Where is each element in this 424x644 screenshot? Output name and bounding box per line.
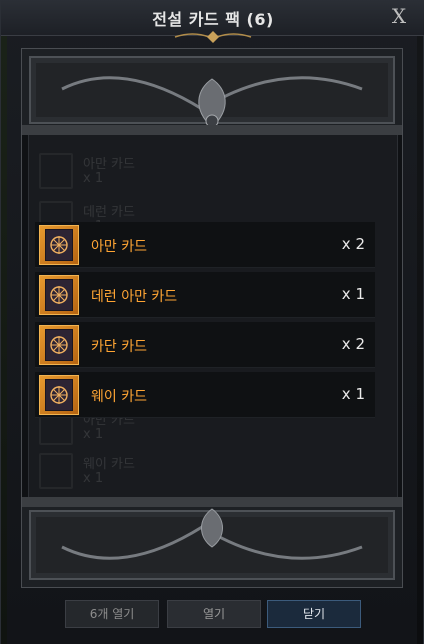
legendary-card-icon — [39, 275, 79, 315]
list-item[interactable]: 데런 아만 카드 x 1 — [35, 272, 375, 318]
legendary-card-icon — [39, 375, 79, 415]
item-count: x 1 — [341, 285, 365, 303]
ghost-list-item: 웨이 카드 x 1 — [35, 451, 395, 491]
item-name: 웨이 카드 — [91, 389, 147, 405]
frame-top-ornament-icon — [22, 49, 402, 135]
open-button[interactable]: 열기 — [167, 600, 261, 628]
titlebar: 전설 카드 팩 (6) X — [1, 0, 424, 43]
close-dialog-button[interactable]: 닫기 — [267, 600, 361, 628]
ghost-list-item: 아만 카드 x 1 — [35, 151, 395, 191]
list-item[interactable]: 카단 카드 x 2 — [35, 322, 375, 368]
open-all-button[interactable]: 6개 열기 — [65, 600, 159, 628]
item-name: 아만 카드 — [91, 239, 147, 255]
legendary-card-icon — [39, 325, 79, 365]
item-name: 데런 아만 카드 — [91, 289, 178, 305]
left-edge — [1, 36, 7, 644]
ghost-card-icon — [39, 453, 73, 489]
close-button[interactable]: X — [387, 4, 411, 28]
ghost-card-icon — [39, 153, 73, 189]
title-ornament-icon — [174, 31, 252, 43]
right-edge — [417, 36, 423, 644]
reward-list: 아만 카드 x 2 데런 아만 카드 x 1 카단 카드 x 2 웨이 카드 x… — [35, 222, 375, 422]
item-count: x 2 — [341, 235, 365, 253]
item-count: x 1 — [341, 385, 365, 403]
frame-bottom-ornament-icon — [22, 497, 402, 587]
item-count: x 2 — [341, 335, 365, 353]
legendary-card-icon — [39, 225, 79, 265]
list-item[interactable]: 웨이 카드 x 1 — [35, 372, 375, 418]
card-pack-window: 전설 카드 팩 (6) X 아만 카드 x 1 데런 카드 아만 카드 x 1 … — [0, 0, 424, 644]
list-item[interactable]: 아만 카드 x 2 — [35, 222, 375, 268]
item-name: 카단 카드 — [91, 339, 147, 355]
